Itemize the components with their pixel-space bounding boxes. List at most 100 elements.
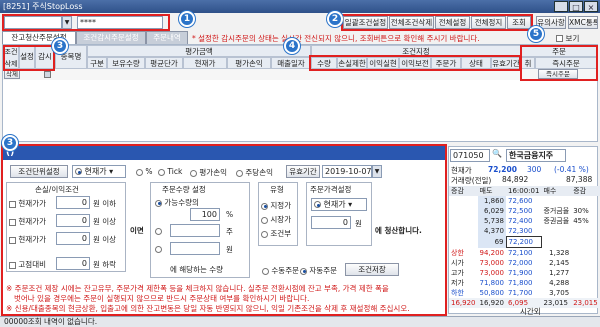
bid-price[interactable]: 72,100 [506,248,541,259]
bid-qty: 1,277 [549,269,570,277]
qty-percent-input[interactable]: 100 [190,208,220,221]
row-delete-button[interactable]: 삭제 [4,69,20,79]
window-title-bar: [8251] 주식StopLoss _ □ × [0,0,600,13]
show-checkbox[interactable] [556,35,563,42]
cond-row-1[interactable]: 현재가가 [9,198,46,209]
account-select[interactable] [4,16,62,29]
cond-row-3[interactable]: 현재가가 [9,234,46,245]
badge-5: 5 [528,26,544,42]
col-loss-limit: 손실제한 [337,57,367,69]
search-icon[interactable]: 🔍 [492,149,502,162]
cond-unit-4: 원 하락 [93,260,117,269]
qty-title: 주문수량 설정 [162,185,206,194]
qty-shares-input[interactable] [170,224,220,237]
bid-tag: 시가 [451,259,464,267]
col-type: 구분 [87,57,107,69]
ask-qty: 5,738 [477,216,506,226]
bid-price[interactable]: 71,800 [506,278,541,288]
qty-note: 에 해당하는 수량 [170,265,224,274]
bid-tag: 상한 [451,248,464,257]
tab-condition-watch[interactable]: 조건감시주문설정 [76,31,146,44]
type-conditional[interactable]: 조건부 [261,228,291,239]
batch-condition-button[interactable]: 일괄조건설정 [343,16,388,29]
window-title: [8251] 주식StopLoss [3,2,83,11]
ask-price[interactable]: 72,200 [505,236,542,248]
qty-radio-shares[interactable] [155,226,162,235]
radio-eval-pl[interactable]: 평가손익 [190,167,227,178]
col-sell-date: 매출일자 [271,57,311,69]
qty-percent-unit: % [226,210,234,219]
radio-per-share-pl[interactable]: 주당손익 [236,167,273,178]
query-button[interactable]: 조회 [507,16,531,29]
close-button[interactable]: × [584,1,598,12]
set-all-button[interactable]: 전체설정 [435,16,470,29]
bid-qty: 1,328 [549,248,570,257]
order-price-select[interactable]: 현재가 ▾ [311,198,367,211]
register-button[interactable]: XMC통록 [568,16,598,29]
group-condition: 조건지정 [311,45,521,57]
loss-profit-title: 손실/이익조건 [35,185,79,194]
qty-radio-available[interactable]: 가능수량의 [155,197,199,208]
warning-text: * 설정한 감시주문의 상태는 실시간 전신되지 않으니, 조회버튼으로 확인해… [192,34,480,43]
bid-price[interactable]: 71,900 [506,268,541,278]
minimize-button[interactable]: _ [554,1,568,12]
ask-price[interactable]: 72,600 [506,196,541,206]
bid-ref: 94,200 [479,248,505,257]
qty-amount-input[interactable] [170,242,220,255]
col-order-price: 주문가 [431,57,461,69]
bid-qty: 2,145 [549,259,570,267]
cond-value-3[interactable]: 0 [56,232,90,245]
ask-price[interactable]: 72,500 [506,206,541,216]
ask-price[interactable]: 72,300 [506,226,541,237]
price-type-select[interactable]: 현재가 ▾ [72,165,126,178]
price-change: 300 [527,165,542,174]
qty-amount-unit: 원 [226,245,233,254]
condition-unit-button[interactable]: 조건단위설정 [10,165,68,178]
row-immediate-order-button[interactable]: 즉시주문 [538,69,578,79]
auto-order-radio[interactable]: 자동주문 [300,265,337,276]
ask-price[interactable]: 72,400 [506,216,541,226]
manual-order-radio[interactable]: 수동주문 [262,265,299,276]
cond-value-2[interactable]: 0 [56,214,90,227]
qty-radio-amount[interactable] [155,244,162,253]
stock-code-input[interactable]: 071050 [450,149,490,162]
type-market[interactable]: 시장가 [261,214,291,225]
stop-all-button[interactable]: 전체정지 [471,16,506,29]
valid-date-input[interactable]: 2019-10-07 [322,165,372,178]
cond-value-4[interactable]: 0 [56,257,90,270]
col-cancel: 취 [521,57,535,69]
order-price-unit: 원 [355,219,362,228]
bid-price[interactable]: 71,700 [506,288,541,298]
col-qty: 수량 [311,57,337,69]
show-toggle[interactable]: 보기 [556,33,579,44]
tab-order-history[interactable]: 주문내역 [146,31,188,44]
radio-percent[interactable]: % [136,167,153,176]
bid-price[interactable]: 72,000 [506,258,541,268]
save-condition-button[interactable]: 조건저장 [345,263,399,276]
chevron-down-icon[interactable]: ▼ [62,16,72,29]
cond-unit-2: 원 이상 [93,217,117,226]
bid-tag: 하한 [451,289,464,297]
order-price-input[interactable]: 0 [311,216,351,229]
bid-ref: 71,800 [479,279,505,287]
cond-row-4[interactable]: 고점대비 [9,259,46,270]
badge-3a: 3 [52,38,68,54]
bid-qty: 3,705 [549,289,570,297]
delete-all-conditions-button[interactable]: 전체조건삭제 [389,16,434,29]
radio-tick[interactable]: Tick [158,167,182,176]
row-watch-checkbox[interactable] [44,71,51,78]
type-limit[interactable]: 지정가 [261,200,291,211]
total: 23,015 [543,299,568,307]
cond-value-1[interactable]: 0 [56,196,90,209]
volume: 84,892 [502,175,529,184]
cond-row-2[interactable]: 현재가가 [9,216,46,227]
calendar-icon[interactable]: ▼ [372,165,382,178]
maximize-button[interactable]: □ [569,1,583,12]
col-delete: 조건삭제 [3,45,19,69]
total: 16,920 [479,299,505,307]
ob-head: 16:00:01 [508,187,540,195]
badge-4: 4 [284,38,300,54]
password-field[interactable]: **** [77,16,163,29]
valid-period-label: 유효기간 [286,165,320,178]
table-row[interactable] [3,69,597,80]
